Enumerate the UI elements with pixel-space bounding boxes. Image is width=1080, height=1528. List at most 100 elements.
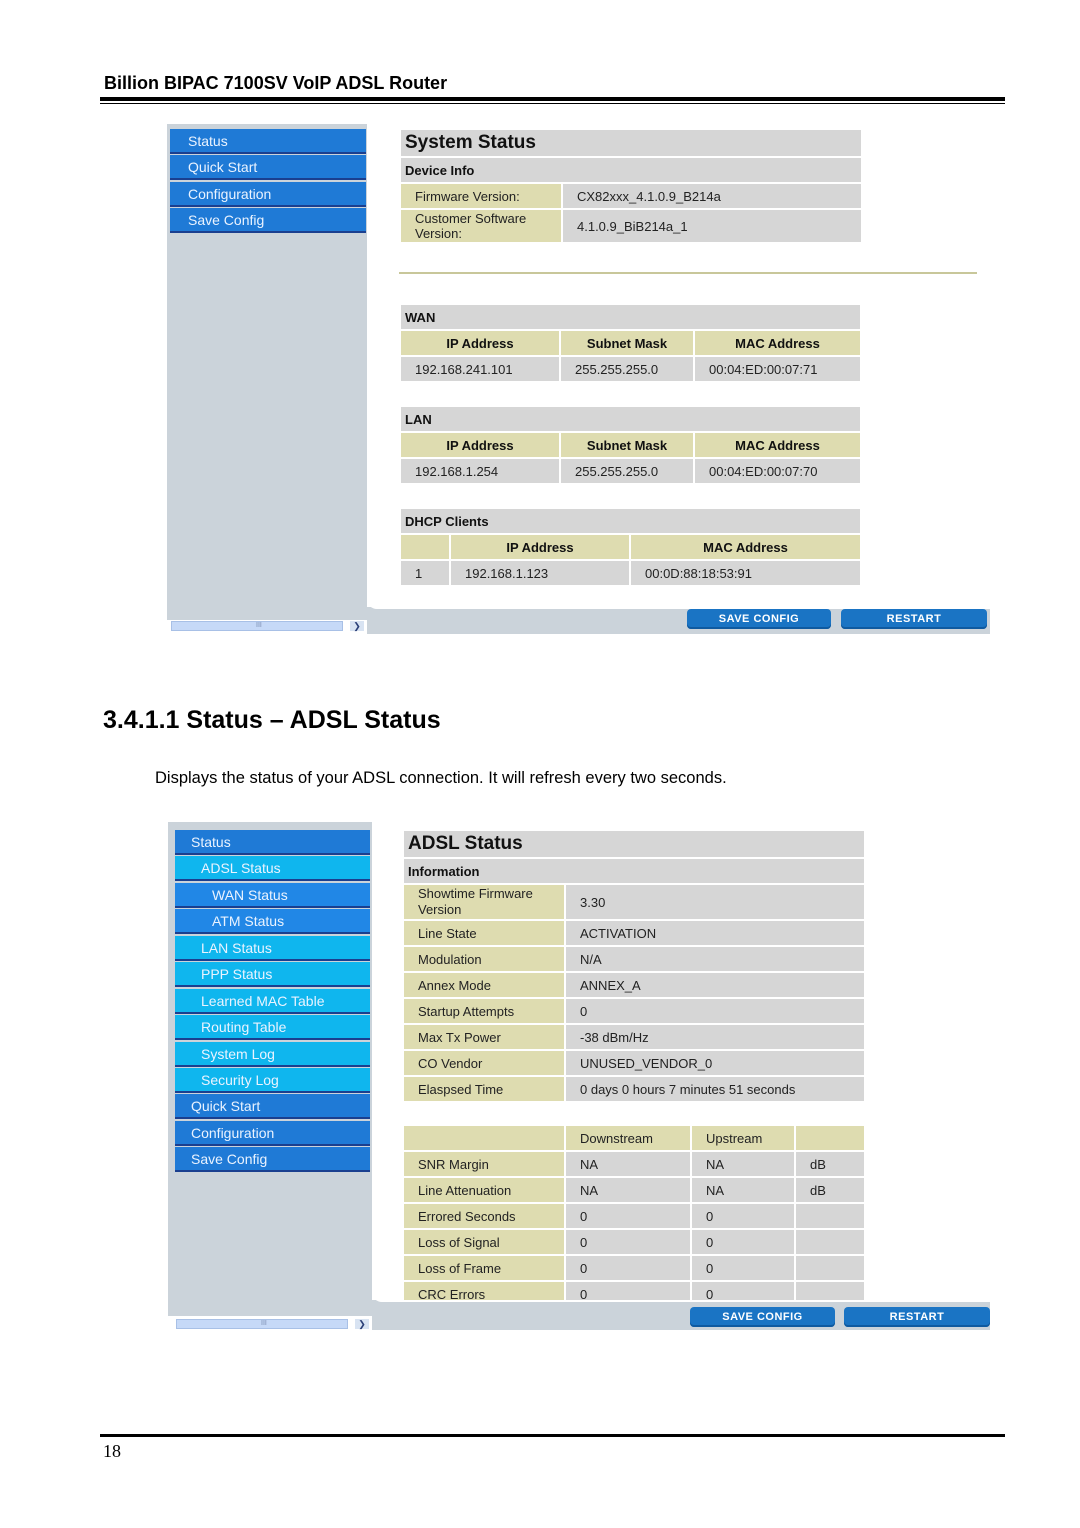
- wan-table: WAN IP Address Subnet Mask MAC Address 1…: [399, 303, 862, 383]
- sidebar-item-label: Security Log: [201, 1072, 279, 1088]
- sidebar-item-system-log[interactable]: System Log: [175, 1042, 370, 1067]
- sidebar-item-security-log[interactable]: Security Log: [175, 1068, 370, 1093]
- info-label: Annex Mode: [404, 973, 564, 997]
- stat-upstream: NA: [692, 1178, 794, 1202]
- scroll-right-arrow-icon[interactable]: ❯: [350, 621, 364, 631]
- scrollbar-thumb-grip[interactable]: III: [261, 1320, 267, 1328]
- table-row: Showtime Firmware Version 3.30: [404, 885, 864, 919]
- stat-unit: [796, 1282, 864, 1300]
- sidebar-item-routing-table[interactable]: Routing Table: [175, 1015, 370, 1040]
- sidebar-item-atm-status[interactable]: ATM Status: [175, 909, 370, 934]
- sidebar-item-learned-mac-table[interactable]: Learned MAC Table: [175, 989, 370, 1014]
- restart-button[interactable]: RESTART: [841, 609, 987, 629]
- table-row: Line State ACTIVATION: [404, 921, 864, 945]
- wan-subnet-mask: 255.255.255.0: [561, 357, 693, 381]
- save-config-button[interactable]: SAVE CONFIG: [690, 1307, 835, 1327]
- info-value: ACTIVATION: [566, 921, 864, 945]
- horizontal-scrollbar[interactable]: III: [171, 621, 343, 631]
- column-header: MAC Address: [695, 433, 860, 457]
- info-label: Startup Attempts: [404, 999, 564, 1023]
- stat-label: Errored Seconds: [404, 1204, 564, 1228]
- stat-upstream: 0: [692, 1282, 794, 1300]
- wan-ip-address: 192.168.241.101: [401, 357, 559, 381]
- sidebar-item-quick-start[interactable]: Quick Start: [170, 155, 366, 180]
- table-row: Modulation N/A: [404, 947, 864, 971]
- sidebar-item-label: Status: [191, 834, 231, 850]
- table-row: Loss of Frame 0 0: [404, 1256, 864, 1280]
- stat-unit: [796, 1204, 864, 1228]
- sidebar-item-label: Configuration: [188, 186, 272, 202]
- stat-upstream: 0: [692, 1230, 794, 1254]
- device-info-table: System Status Device Info Firmware Versi…: [399, 128, 863, 244]
- save-config-button[interactable]: SAVE CONFIG: [687, 609, 831, 629]
- lan-ip-address: 192.168.1.254: [401, 459, 559, 483]
- sidebar-panel: Status ADSL Status WAN Status ATM Status…: [168, 822, 372, 1316]
- scroll-right-arrow-icon[interactable]: ❯: [355, 1319, 369, 1329]
- sidebar-item-label: Quick Start: [188, 159, 258, 175]
- table-row: 1 192.168.1.123 00:0D:88:18:53:91: [401, 561, 860, 585]
- sidebar-item-quick-start[interactable]: Quick Start: [175, 1094, 370, 1119]
- section-description: Displays the status of your ADSL connect…: [155, 769, 727, 787]
- scrollbar-thumb-grip[interactable]: III: [256, 622, 262, 630]
- sidebar-item-label: Learned MAC Table: [201, 993, 325, 1009]
- stat-upstream: NA: [692, 1152, 794, 1176]
- sidebar-item-label: Save Config: [188, 212, 265, 228]
- info-label: Line State: [404, 921, 564, 945]
- wan-heading: WAN: [401, 305, 860, 329]
- sidebar-item-adsl-status[interactable]: ADSL Status: [175, 856, 370, 881]
- table-row: Errored Seconds 0 0: [404, 1204, 864, 1228]
- info-value: 0 days 0 hours 7 minutes 51 seconds: [566, 1077, 864, 1101]
- stat-unit: dB: [796, 1152, 864, 1176]
- info-value: -38 dBm/Hz: [566, 1025, 864, 1049]
- table-row: Startup Attempts 0: [404, 999, 864, 1023]
- info-label: Showtime Firmware Version: [404, 885, 564, 919]
- stat-downstream: 0: [566, 1204, 690, 1228]
- adsl-information-table: ADSL Status Information Showtime Firmwar…: [402, 829, 866, 1103]
- sidebar-item-label: Configuration: [191, 1125, 275, 1141]
- column-header: [404, 1126, 564, 1150]
- sidebar-item-configuration[interactable]: Configuration: [170, 182, 366, 207]
- section-title: 3.4.1.1 Status – ADSL Status: [103, 706, 441, 734]
- stat-label: CRC Errors: [404, 1282, 564, 1300]
- table-row: 192.168.1.254 255.255.255.0 00:04:ED:00:…: [401, 459, 860, 483]
- restart-button[interactable]: RESTART: [844, 1307, 990, 1327]
- sidebar-item-ppp-status[interactable]: PPP Status: [175, 962, 370, 987]
- sidebar-item-label: System Log: [201, 1046, 275, 1062]
- stat-upstream: 0: [692, 1204, 794, 1228]
- dhcp-clients-table: DHCP Clients IP Address MAC Address 1 19…: [399, 507, 862, 587]
- sidebar-item-configuration[interactable]: Configuration: [175, 1121, 370, 1146]
- column-header: Subnet Mask: [561, 331, 693, 355]
- table-header-row: IP Address Subnet Mask MAC Address: [401, 433, 860, 457]
- stat-unit: [796, 1256, 864, 1280]
- lan-heading: LAN: [401, 407, 860, 431]
- sidebar-item-label: Save Config: [191, 1151, 268, 1167]
- info-value: N/A: [566, 947, 864, 971]
- stat-downstream: NA: [566, 1152, 690, 1176]
- stat-unit: dB: [796, 1178, 864, 1202]
- horizontal-scrollbar[interactable]: III: [176, 1319, 348, 1329]
- table-row: Max Tx Power -38 dBm/Hz: [404, 1025, 864, 1049]
- sidebar-item-save-config[interactable]: Save Config: [170, 208, 366, 233]
- info-label: CO Vendor: [404, 1051, 564, 1075]
- sidebar-item-wan-status[interactable]: WAN Status: [175, 883, 370, 908]
- info-value: 3.30: [566, 885, 864, 919]
- sidebar-item-status[interactable]: Status: [170, 129, 366, 154]
- footer-rule: [100, 1434, 1005, 1437]
- stat-downstream: 0: [566, 1230, 690, 1254]
- table-row: Loss of Signal 0 0: [404, 1230, 864, 1254]
- table-row: Annex Mode ANNEX_A: [404, 973, 864, 997]
- sidebar-item-status[interactable]: Status: [175, 830, 370, 855]
- sidebar-item-lan-status[interactable]: LAN Status: [175, 936, 370, 961]
- adsl-stats-table-viewport: Downstream Upstream SNR Margin NA NA dB …: [402, 1124, 866, 1300]
- table-header-row: Downstream Upstream: [404, 1126, 864, 1150]
- wan-mac-address: 00:04:ED:00:07:71: [695, 357, 860, 381]
- table-row: CO Vendor UNUSED_VENDOR_0: [404, 1051, 864, 1075]
- sidebar-item-label: ADSL Status: [201, 860, 281, 876]
- sidebar-item-label: PPP Status: [201, 966, 273, 982]
- sidebar-panel: Status Quick Start Configuration Save Co…: [167, 124, 367, 620]
- firmware-version-value: CX82xxx_4.1.0.9_B214a: [563, 184, 861, 208]
- sidebar-item-save-config[interactable]: Save Config: [175, 1147, 370, 1172]
- sidebar-item-label: WAN Status: [212, 887, 288, 903]
- column-header: IP Address: [401, 433, 559, 457]
- lan-subnet-mask: 255.255.255.0: [561, 459, 693, 483]
